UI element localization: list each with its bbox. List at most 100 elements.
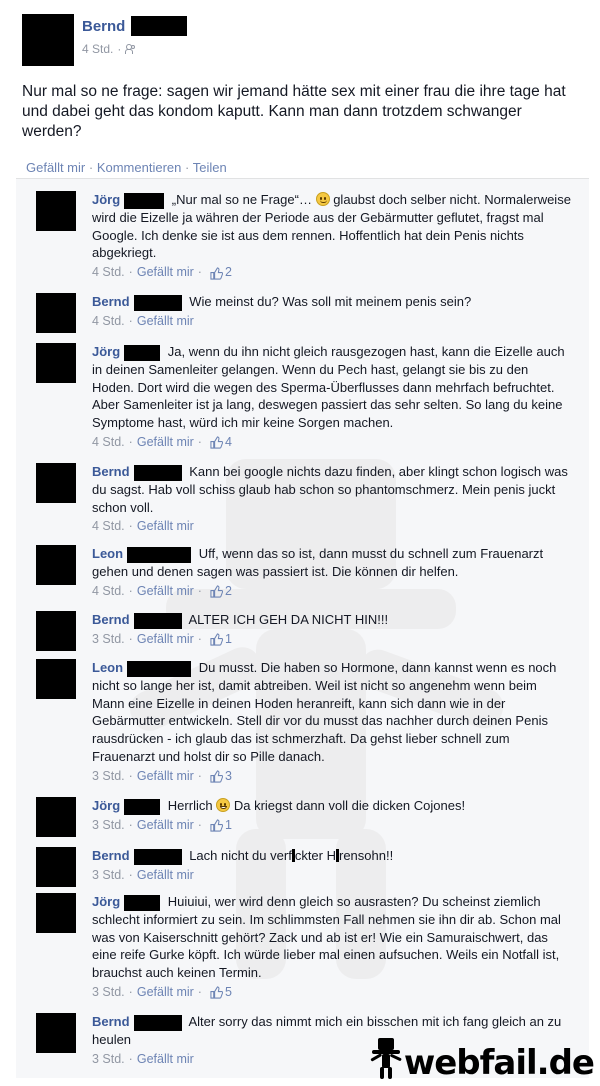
comment-author[interactable]: Bernd	[92, 464, 130, 479]
comment-text: Huiuiui, wer wird denn gleich so ausrast…	[92, 894, 561, 981]
redaction-bar	[133, 464, 182, 481]
comment-meta: 3 Std. · Gefällt mir	[92, 867, 572, 885]
friends-icon[interactable]	[125, 44, 137, 54]
like-count[interactable]: 5	[210, 984, 232, 1002]
comment-timestamp[interactable]: 3 Std.	[92, 867, 125, 885]
comment-author[interactable]: Jörg	[92, 344, 120, 359]
comment-timestamp[interactable]: 3 Std.	[92, 631, 125, 649]
post-author-name[interactable]: Bernd	[82, 18, 125, 35]
comment-body: Bernd Kann bei google nichts dazu finden…	[92, 463, 572, 536]
separator: ·	[197, 434, 202, 449]
comment-author[interactable]: Leon	[92, 546, 123, 561]
avatar[interactable]	[36, 545, 76, 585]
post-timestamp[interactable]: 4 Std.	[82, 42, 113, 56]
avatar[interactable]	[22, 14, 74, 66]
comment-body: Jörg Huiuiui, wer wird denn gleich so au…	[92, 893, 572, 1002]
avatar[interactable]	[36, 463, 76, 503]
like-count[interactable]: 4	[210, 434, 232, 452]
comment-meta: 4 Std. · Gefällt mir · 2	[92, 264, 572, 282]
like-count-value: 2	[224, 265, 232, 280]
comment-like-link[interactable]: Gefällt mir	[137, 631, 194, 649]
like-count-value: 3	[224, 768, 232, 783]
comment-text-part: Lach nicht du verf	[189, 848, 292, 863]
separator: ·	[128, 583, 133, 598]
share-link[interactable]: Teilen	[193, 160, 227, 175]
like-count-value: 1	[224, 817, 232, 832]
comment: Leon Uff, wenn das so ist, dann musst du…	[16, 545, 580, 600]
avatar[interactable]	[36, 611, 76, 651]
comment-timestamp[interactable]: 3 Std.	[92, 984, 125, 1002]
comment-timestamp[interactable]: 4 Std.	[92, 434, 125, 452]
like-count[interactable]: 3	[210, 768, 232, 786]
comment-text: Wie meinst du? Was soll mit meinem penis…	[189, 294, 472, 309]
webfail-logo: webfail.de	[368, 1036, 595, 1080]
comment-like-link[interactable]: Gefällt mir	[137, 583, 194, 601]
like-count[interactable]: 1	[210, 817, 232, 835]
comment-like-link[interactable]: Gefällt mir	[137, 817, 194, 835]
separator: ·	[128, 1051, 133, 1066]
comment-timestamp[interactable]: 3 Std.	[92, 817, 125, 835]
comment-like-link[interactable]: Gefällt mir	[137, 434, 194, 452]
comment-timestamp[interactable]: 4 Std.	[92, 518, 125, 536]
comment-timestamp[interactable]: 4 Std.	[92, 264, 125, 282]
comment-body: Bernd Lach nicht du verf ckter Hrensohn!!…	[92, 847, 572, 887]
comment-body: Bernd Wie meinst du? Was soll mit meinem…	[92, 293, 572, 333]
avatar[interactable]	[36, 293, 76, 333]
comment-author[interactable]: Bernd	[92, 848, 130, 863]
comment-link[interactable]: Kommentieren	[97, 160, 182, 175]
like-count[interactable]: 1	[210, 631, 232, 649]
like-count-value: 1	[224, 631, 232, 646]
comment-author[interactable]: Bernd	[92, 294, 130, 309]
comment-like-link[interactable]: Gefällt mir	[137, 518, 194, 536]
separator: ·	[117, 42, 122, 56]
redaction-bar	[124, 192, 165, 209]
like-count[interactable]: 2	[210, 583, 232, 601]
redaction-bar	[133, 1014, 182, 1031]
like-count-value: 2	[224, 583, 232, 598]
comment-timestamp[interactable]: 3 Std.	[92, 1051, 125, 1069]
separator: ·	[197, 583, 202, 598]
like-link[interactable]: Gefällt mir	[26, 160, 85, 175]
avatar[interactable]	[36, 659, 76, 699]
comment-author[interactable]: Bernd	[92, 1014, 130, 1029]
comment-like-link[interactable]: Gefällt mir	[137, 264, 194, 282]
avatar[interactable]	[36, 1013, 76, 1053]
comment-timestamp[interactable]: 4 Std.	[92, 313, 125, 331]
comment-author[interactable]: Jörg	[92, 798, 120, 813]
comment-like-link[interactable]: Gefällt mir	[137, 313, 194, 331]
post-time-row: 4 Std. ·	[82, 42, 187, 56]
separator: ·	[197, 265, 202, 280]
comment-like-link[interactable]: Gefällt mir	[137, 867, 194, 885]
comment-meta: 4 Std. · Gefällt mir	[92, 313, 572, 331]
separator: ·	[197, 817, 202, 832]
comment-text-prefix: Herrlich	[167, 798, 213, 813]
comment-like-link[interactable]: Gefällt mir	[137, 984, 194, 1002]
comment-text: ALTER ICH GEH DA NICHT HIN!!!	[188, 612, 389, 627]
avatar[interactable]	[36, 847, 76, 887]
thumbs-up-icon	[210, 819, 223, 832]
comment-meta: 3 Std. · Gefällt mir · 5	[92, 984, 572, 1002]
avatar[interactable]	[36, 797, 76, 837]
comment-timestamp[interactable]: 3 Std.	[92, 768, 125, 786]
like-count-value: 5	[224, 984, 232, 999]
redaction-bar	[124, 798, 161, 815]
comment-author[interactable]: Bernd	[92, 612, 130, 627]
comment-meta: 3 Std. · Gefällt mir · 3	[92, 768, 572, 786]
comment-like-link[interactable]: Gefällt mir	[137, 1051, 194, 1069]
redaction-bar	[124, 894, 161, 911]
avatar[interactable]	[36, 893, 76, 933]
avatar[interactable]	[36, 191, 76, 231]
comment-author[interactable]: Leon	[92, 660, 123, 675]
comment-body: Jörg Ja, wenn du ihn nicht gleich rausge…	[92, 343, 572, 452]
comment-like-link[interactable]: Gefällt mir	[137, 768, 194, 786]
comment-author[interactable]: Jörg	[92, 192, 120, 207]
separator: ·	[128, 984, 133, 999]
comment-text-prefix: „Nur mal so ne Frage“…	[171, 192, 312, 207]
post-text: Nur mal so ne frage: sagen wir jemand hä…	[22, 83, 566, 140]
avatar[interactable]	[36, 343, 76, 383]
like-count[interactable]: 2	[210, 264, 232, 282]
comment-timestamp[interactable]: 4 Std.	[92, 583, 125, 601]
comment-author[interactable]: Jörg	[92, 894, 120, 909]
comment: Bernd Lach nicht du verf ckter Hrensohn!!…	[16, 847, 580, 887]
comment: Jörg Huiuiui, wer wird denn gleich so au…	[16, 893, 580, 1002]
